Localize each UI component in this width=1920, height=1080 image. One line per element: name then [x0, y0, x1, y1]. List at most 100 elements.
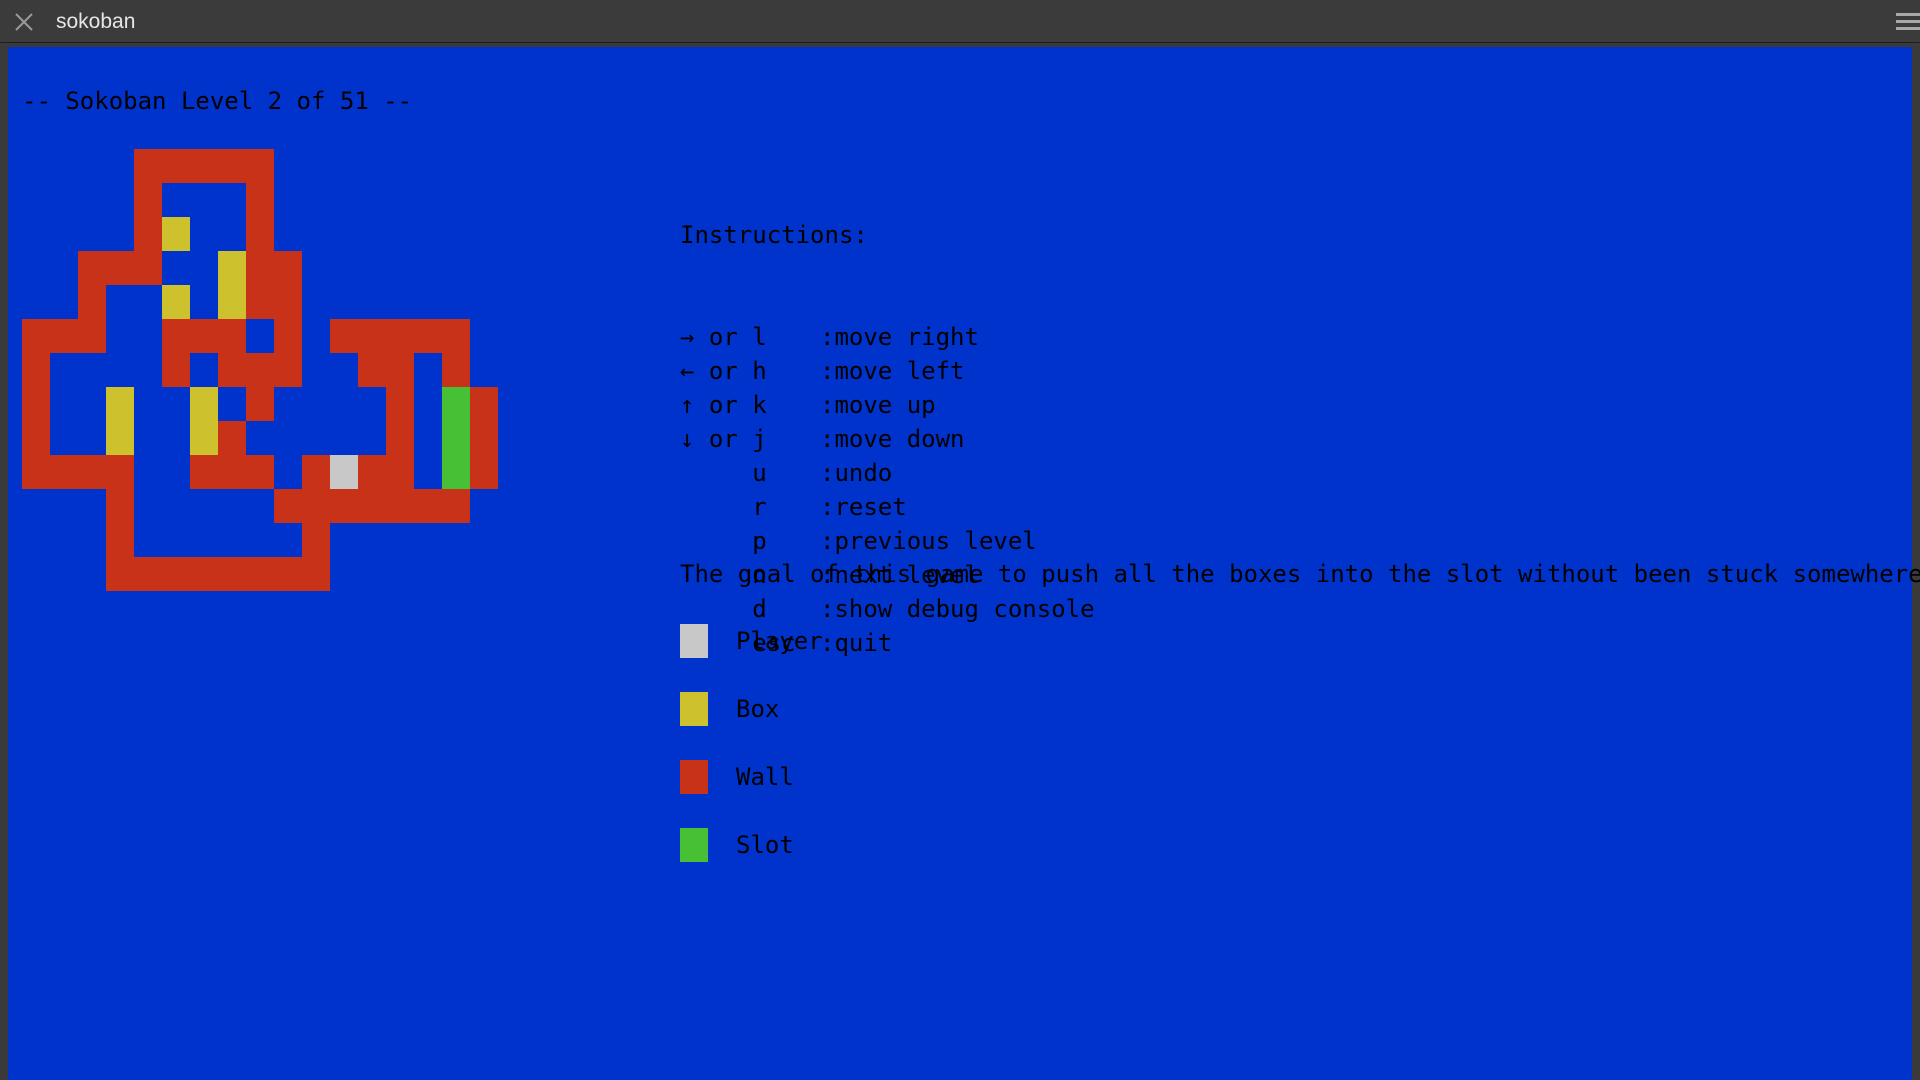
instruction-row: r :reset: [680, 490, 906, 524]
legend-swatch: [680, 760, 708, 794]
wall-tile: [22, 319, 50, 353]
instruction-desc: :previous level: [820, 527, 1037, 555]
wall-tile: [442, 489, 470, 523]
legend-swatch: [680, 624, 708, 658]
instruction-desc: :reset: [820, 493, 907, 521]
wall-tile: [106, 523, 134, 557]
wall-tile: [274, 319, 302, 353]
window-title: sokoban: [56, 10, 136, 33]
wall-tile: [358, 319, 386, 353]
wall-tile: [134, 149, 162, 183]
wall-tile: [246, 455, 274, 489]
wall-tile: [274, 489, 302, 523]
wall-tile: [218, 421, 246, 455]
wall-tile: [274, 557, 302, 591]
wall-tile: [106, 251, 134, 285]
box-tile: [162, 285, 190, 319]
instruction-row: → or l:move right: [680, 320, 979, 354]
wall-tile: [106, 455, 134, 489]
wall-tile: [218, 149, 246, 183]
legend-label: Slot: [736, 831, 794, 859]
instruction-key: p: [680, 527, 767, 555]
wall-tile: [386, 455, 414, 489]
wall-tile: [302, 455, 330, 489]
level-heading: -- Sokoban Level 2 of 51 --: [22, 87, 413, 115]
wall-tile: [386, 421, 414, 455]
box-tile: [190, 421, 218, 455]
instruction-row: d :show debug console: [680, 592, 1094, 626]
instruction-row: u:undo: [680, 456, 892, 490]
wall-tile: [246, 557, 274, 591]
instruction-desc: :show debug console: [820, 595, 1095, 623]
wall-tile: [246, 183, 274, 217]
wall-tile: [218, 455, 246, 489]
slot-tile: [442, 455, 470, 489]
instruction-row: ↑ or k:move up: [680, 388, 936, 422]
instruction-desc: :move right: [820, 323, 979, 351]
wall-tile: [190, 557, 218, 591]
instruction-key: ← or h: [680, 357, 767, 385]
wall-tile: [22, 455, 50, 489]
wall-tile: [50, 455, 78, 489]
instruction-key: r: [680, 493, 767, 521]
wall-tile: [302, 523, 330, 557]
instruction-desc: :move down: [820, 425, 965, 453]
box-tile: [190, 387, 218, 421]
wall-tile: [358, 489, 386, 523]
legend-label: Wall: [736, 763, 794, 791]
wall-tile: [442, 353, 470, 387]
wall-tile: [22, 421, 50, 455]
slot-tile: [442, 421, 470, 455]
game-terminal[interactable]: -- Sokoban Level 2 of 51 -- Instructions…: [8, 47, 1920, 1080]
wall-tile: [358, 455, 386, 489]
wall-tile: [274, 285, 302, 319]
instruction-key: d: [680, 595, 767, 623]
wall-tile: [106, 489, 134, 523]
wall-tile: [162, 149, 190, 183]
wall-tile: [218, 319, 246, 353]
wall-tile: [162, 353, 190, 387]
wall-tile: [330, 319, 358, 353]
hamburger-menu-icon[interactable]: [1894, 12, 1920, 32]
box-tile: [218, 285, 246, 319]
wall-tile: [470, 455, 498, 489]
legend-label: Box: [736, 695, 780, 723]
wall-tile: [246, 285, 274, 319]
wall-tile: [414, 489, 442, 523]
instructions-heading: Instructions:: [680, 221, 868, 249]
wall-tile: [386, 489, 414, 523]
wall-tile: [386, 353, 414, 387]
instruction-desc: :undo: [820, 459, 893, 487]
instruction-row: ↓ or j :move down: [680, 422, 965, 456]
instruction-desc: :move up: [820, 391, 936, 419]
wall-tile: [386, 319, 414, 353]
instruction-desc: :quit: [820, 629, 893, 657]
wall-tile: [414, 319, 442, 353]
wall-tile: [470, 421, 498, 455]
close-icon[interactable]: [12, 10, 36, 34]
wall-tile: [78, 285, 106, 319]
wall-tile: [78, 455, 106, 489]
instruction-desc: :move left: [820, 357, 965, 385]
player-tile: [330, 455, 358, 489]
wall-tile: [442, 319, 470, 353]
title-bar: sokoban: [0, 0, 1920, 43]
wall-tile: [106, 557, 134, 591]
wall-tile: [302, 557, 330, 591]
instruction-row: p :previous level: [680, 524, 1037, 558]
wall-tile: [162, 319, 190, 353]
instruction-key: ↓ or j: [680, 425, 767, 453]
wall-tile: [246, 217, 274, 251]
wall-tile: [274, 251, 302, 285]
wall-tile: [78, 251, 106, 285]
wall-tile: [162, 557, 190, 591]
wall-tile: [134, 183, 162, 217]
wall-tile: [274, 353, 302, 387]
legend-label: Player: [736, 627, 823, 655]
slot-tile: [442, 387, 470, 421]
wall-tile: [358, 353, 386, 387]
instruction-row: ← or h :move left: [680, 354, 965, 388]
wall-tile: [246, 387, 274, 421]
goal-description: The goal of this game to push all the bo…: [680, 560, 1920, 588]
wall-tile: [22, 353, 50, 387]
